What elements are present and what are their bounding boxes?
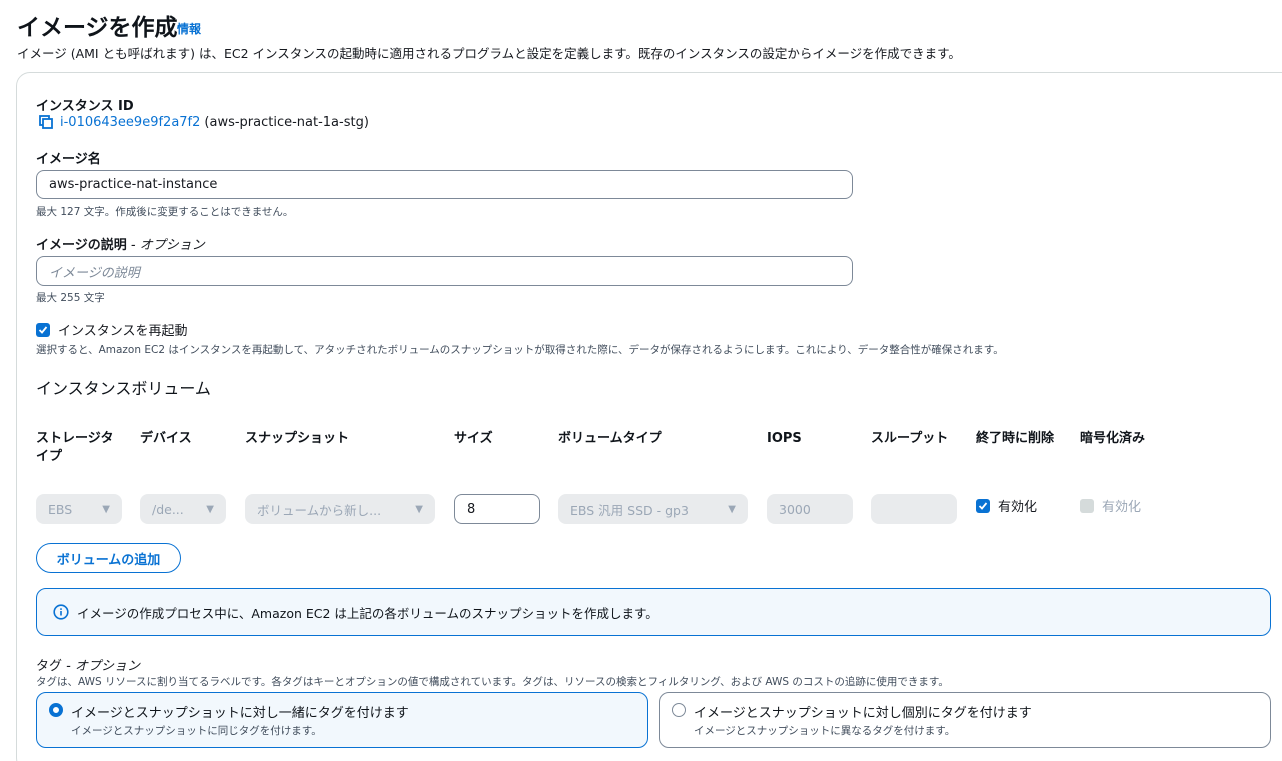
instance-id-label: インスタンス ID [36, 99, 134, 114]
col-iops: IOPS [767, 431, 802, 446]
info-alert: イメージの作成プロセス中に、Amazon EC2 は上記の各ボリュームのスナップ… [36, 588, 1271, 636]
image-name-value: aws-practice-nat-instance [49, 177, 218, 192]
col-delete-on-termination: 終了時に削除 [976, 431, 1055, 446]
check-icon [38, 325, 48, 334]
tag-option-separately[interactable]: イメージとスナップショットに対し個別にタグを付けます イメージとスナップショット… [659, 692, 1271, 748]
snapshot-select: ボリュームから新し... ▼ [245, 494, 435, 524]
image-name-label: イメージ名 [36, 152, 101, 167]
image-name-hint: 最大 127 文字。作成後に変更することはできません。 [36, 206, 294, 218]
image-description-label-row: イメージの説明 - オプション [36, 234, 205, 253]
throughput-input [871, 494, 957, 524]
col-storage-type-line1: ストレージタ [36, 431, 114, 446]
tag-option-together-title: イメージとスナップショットに対し一緒にタグを付けます [71, 706, 409, 721]
radio-selected[interactable] [49, 703, 63, 717]
copy-icon[interactable] [38, 114, 54, 130]
image-name-input[interactable]: aws-practice-nat-instance [36, 170, 853, 199]
radio-unselected[interactable] [672, 703, 686, 717]
size-value: 8 [467, 501, 476, 517]
storage-type-select: EBS ▼ [36, 494, 122, 524]
delete-on-termination-label: 有効化 [998, 500, 1038, 515]
reboot-label: インスタンスを再起動 [58, 324, 188, 339]
encrypted-checkbox [1080, 498, 1094, 513]
tags-label: タグ [36, 659, 63, 674]
iops-value: 3000 [779, 501, 811, 517]
col-encrypted: 暗号化済み [1080, 431, 1146, 446]
page-description: イメージ (AMI とも呼ばれます) は、EC2 インスタンスの起動時に適用され… [17, 46, 961, 61]
tag-option-separately-sub: イメージとスナップショットに異なるタグを付けます。 [694, 725, 956, 737]
volumes-heading: インスタンスボリューム [36, 379, 211, 398]
info-icon [53, 604, 69, 620]
caret-down-icon: ▼ [206, 503, 214, 515]
instance-id-row: i-010643ee9e9f2a7f2 (aws-practice-nat-1a… [38, 114, 369, 130]
reboot-hint: 選択すると、Amazon EC2 はインスタンスを再起動して、アタッチされたボリ… [36, 344, 1004, 356]
col-throughput: スループット [871, 431, 949, 446]
caret-down-icon: ▼ [102, 503, 110, 515]
volume-type-select: EBS 汎用 SSD - gp3 ▼ [558, 494, 748, 524]
tag-option-together-sub: イメージとスナップショットに同じタグを付けます。 [71, 725, 322, 737]
volume-type-value: EBS 汎用 SSD - gp3 [570, 502, 689, 518]
col-device: デバイス [140, 431, 192, 446]
info-link[interactable]: 情報 [177, 20, 201, 37]
iops-input: 3000 [767, 494, 853, 524]
snapshot-value: ボリュームから新し... [257, 502, 382, 518]
size-input[interactable]: 8 [454, 494, 540, 524]
check-icon [978, 501, 988, 510]
encrypted-label: 有効化 [1102, 500, 1142, 515]
delete-on-termination-checkbox[interactable] [976, 498, 990, 513]
col-snapshot: スナップショット [245, 431, 350, 446]
instance-name: (aws-practice-nat-1a-stg) [204, 114, 369, 130]
alert-text: イメージの作成プロセス中に、Amazon EC2 は上記の各ボリュームのスナップ… [77, 605, 658, 621]
delete-on-termination-checkbox-row[interactable]: 有効化 [976, 496, 1037, 515]
col-storage-type-line2: イプ [36, 449, 63, 464]
caret-down-icon: ▼ [728, 503, 736, 515]
image-description-placeholder: イメージの説明 [49, 265, 140, 281]
col-volume-type: ボリュームタイプ [558, 431, 662, 446]
tag-option-together[interactable]: イメージとスナップショットに対し一緒にタグを付けます イメージとスナップショット… [36, 692, 648, 748]
instance-id-link[interactable]: i-010643ee9e9f2a7f2 [60, 115, 200, 130]
col-storage-type: ストレージタ イプ [36, 430, 113, 466]
device-value: /de... [152, 501, 184, 517]
reboot-checkbox-row[interactable]: インスタンスを再起動 [36, 320, 187, 339]
tags-label-row: タグ - オプション [36, 655, 140, 674]
add-volume-button[interactable]: ボリュームの追加 [36, 543, 181, 573]
page-title: イメージを作成 [17, 15, 178, 41]
optional-tag: - オプション [66, 659, 140, 674]
caret-down-icon: ▼ [415, 503, 423, 515]
encrypted-checkbox-row: 有効化 [1080, 496, 1141, 515]
reboot-checkbox[interactable] [36, 322, 50, 337]
image-description-hint: 最大 255 文字 [36, 292, 105, 304]
image-description-input[interactable]: イメージの説明 [36, 256, 853, 286]
col-size: サイズ [454, 431, 493, 446]
tags-hint: タグは、AWS リソースに割り当てるラベルです。各タグはキーとオプションの値で構… [36, 676, 949, 688]
tag-option-separately-title: イメージとスナップショットに対し個別にタグを付けます [694, 706, 1032, 721]
storage-type-value: EBS [48, 501, 73, 517]
device-select: /de... ▼ [140, 494, 226, 524]
image-description-label: イメージの説明 [36, 238, 127, 253]
optional-tag: - オプション [130, 238, 205, 253]
